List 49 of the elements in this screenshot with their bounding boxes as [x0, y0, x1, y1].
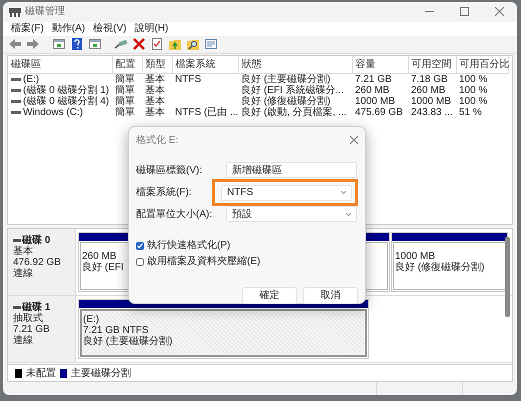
table-cell: 簡單	[115, 84, 135, 96]
disk-name: 磁碟 1	[22, 302, 50, 314]
table-cell: 簡單	[115, 96, 135, 107]
table-cell: 100 %	[459, 74, 488, 85]
table-cell: 7.21 GB	[355, 74, 392, 85]
field-label: 檔案系統(F):	[136, 186, 193, 200]
partition-label: 良好 (主要磁碟分割)	[83, 336, 172, 348]
table-cell: 基本	[145, 74, 165, 85]
table-cell: 基本	[145, 106, 165, 118]
partition-label: 260 MB	[82, 251, 116, 262]
table-cell: 100 %	[459, 96, 488, 107]
table-cell: (磁碟 0 磁碟分割 4)	[23, 96, 110, 107]
table-cell: 51 %	[459, 106, 482, 118]
table-cell: 7.18 GB	[411, 74, 448, 85]
disk-status: 連線	[13, 268, 34, 280]
table-cell: 475.69 GB	[355, 106, 403, 118]
partition-label: 良好 (修復磁碟分割)	[395, 262, 484, 274]
table-cell: Windows (C:)	[23, 106, 84, 118]
table-cell: 260 MB	[355, 84, 390, 96]
legend-label: 主要磁碟分割	[71, 366, 131, 381]
table-cell: NTFS (已由 ...	[175, 106, 238, 118]
table-cell: 基本	[145, 84, 165, 96]
disk-status: 連線	[13, 335, 34, 346]
partition-label: 良好 (EFI	[82, 262, 124, 274]
partition-label: (E:)	[83, 314, 100, 326]
table-cell: 100 %	[459, 84, 488, 96]
table-cell: 良好 (主要磁碟分割)	[241, 74, 330, 85]
table-cell: NTFS	[175, 74, 202, 85]
legend-label: 未配置	[26, 366, 56, 381]
disk-size: 7.21 GB	[13, 324, 51, 336]
table-cell: 1000 MB	[411, 96, 452, 107]
table-cell: (E:)	[23, 74, 40, 85]
field-label: 磁碟區標籤(V):	[136, 164, 204, 178]
disk-type: 抽取式	[13, 313, 44, 324]
table-cell: (磁碟 0 磁碟分割 1)	[23, 84, 110, 96]
field-label: 配置單位大小(A):	[136, 208, 214, 222]
table-cell: 基本	[145, 96, 165, 107]
dialog-title: 格式化 E:	[136, 134, 178, 148]
partition-label: 7.21 GB NTFS	[83, 325, 149, 336]
table-cell: 簡單	[115, 106, 135, 118]
table-cell: 243.83 ...	[411, 106, 453, 118]
disk-name: 磁碟 0	[22, 235, 50, 246]
table-cell: 1000 MB	[355, 96, 396, 107]
window-title: 磁碟管理	[25, 4, 65, 20]
table-cell: 260 MB	[411, 84, 446, 96]
partition-label: 1000 MB	[395, 251, 436, 262]
disk-size: 476.92 GB	[13, 257, 62, 268]
table-cell: 簡單	[115, 74, 135, 85]
disk-type: 基本	[13, 246, 34, 258]
